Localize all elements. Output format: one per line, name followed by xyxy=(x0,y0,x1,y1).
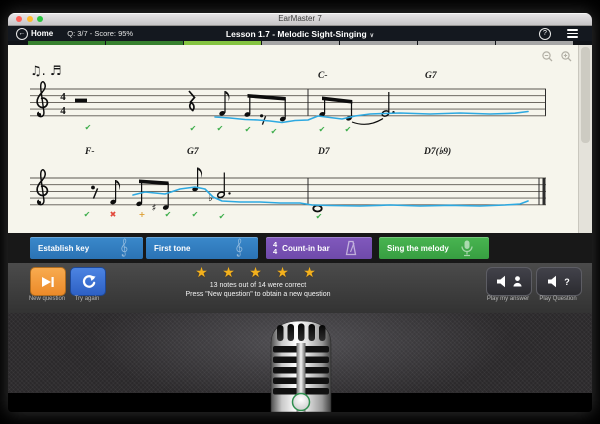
note-mark-correct: ✔ xyxy=(85,123,92,132)
window-title: EarMaster 7 xyxy=(8,14,592,23)
chord-symbol: D7 xyxy=(317,147,331,157)
speaker-icon xyxy=(548,275,560,288)
chevron-down-icon: ∨ xyxy=(370,33,374,39)
note-mark-correct: ✔ xyxy=(219,212,226,221)
svg-text:♯: ♯ xyxy=(152,203,157,214)
result-line-2: Press "New question" to obtain a new que… xyxy=(148,290,368,299)
scrollbar-thumb[interactable] xyxy=(581,47,590,143)
speaker-icon xyxy=(497,275,509,288)
note-mark-correct: ✔ xyxy=(165,210,172,219)
svg-text:4: 4 xyxy=(60,91,66,103)
chord-symbol: G7 xyxy=(187,147,200,157)
zoom-out-icon[interactable] xyxy=(542,51,553,62)
new-question-button[interactable] xyxy=(30,267,66,296)
task-button-row: Establish key First tone 44 Count-in bar xyxy=(8,233,592,263)
count-in-bar-label: Count-in bar xyxy=(282,244,330,253)
microphone-icon xyxy=(459,240,475,257)
person-icon xyxy=(513,276,522,287)
final-barline xyxy=(543,178,546,205)
treble-clef-icon xyxy=(37,82,47,117)
lesson-title: Lesson 1.7 - Melodic Sight-Singing xyxy=(226,29,367,39)
note-mark-correct: ✔ xyxy=(245,125,252,134)
note-mark-correct: ✔ xyxy=(345,125,352,134)
notation-area: ♫. ♬ 4 xyxy=(8,45,592,233)
note-mark-correct: ✔ xyxy=(217,124,224,133)
skip-forward-icon xyxy=(42,276,55,288)
svg-text:4: 4 xyxy=(60,105,66,117)
retry-icon xyxy=(81,274,96,289)
home-button[interactable]: ← Home xyxy=(16,28,53,40)
sing-the-melody-label: Sing the melody xyxy=(387,244,449,253)
question-mark-icon: ? xyxy=(564,277,570,287)
titlebar: EarMaster 7 xyxy=(8,13,592,26)
star-rating: ★ ★ ★ ★ ★ xyxy=(148,265,368,281)
count-in-bar-button[interactable]: 44 Count-in bar xyxy=(266,237,372,259)
menu-icon[interactable] xyxy=(567,29,578,38)
vintage-microphone-image xyxy=(266,316,336,412)
establish-key-button[interactable]: Establish key xyxy=(30,237,143,259)
meter-signature: 44 xyxy=(273,241,277,255)
try-again-button[interactable] xyxy=(70,267,106,296)
staff-2-lines xyxy=(30,178,546,205)
play-question-label: Play Question xyxy=(539,296,576,302)
question-score-status: Q: 3/7 - Score: 95% xyxy=(67,29,133,38)
result-summary: ★ ★ ★ ★ ★ 13 notes out of 14 were correc… xyxy=(148,265,368,299)
chord-symbols-staff-2: F- G7 D7 D7(♭9) xyxy=(84,146,451,157)
chord-symbol: D7(♭9) xyxy=(423,146,451,157)
score-scrollbar[interactable] xyxy=(578,45,592,233)
tempo-mark: ♫. ♬ xyxy=(30,64,62,79)
note-mark-correct: ✔ xyxy=(316,212,323,221)
note-mark-correct: ✔ xyxy=(192,210,199,219)
music-score: ♫. ♬ 4 xyxy=(8,45,592,233)
try-again-label: Try again xyxy=(75,296,100,302)
screenshot-root: { "window": { "title": "EarMaster 7" }, … xyxy=(0,0,600,424)
note-mark-wrong: ✖ xyxy=(110,210,117,219)
treble-clef-icon xyxy=(37,170,47,205)
note-mark-almost: + xyxy=(139,210,146,219)
sing-the-melody-button[interactable]: Sing the melody xyxy=(379,237,489,259)
first-tone-button[interactable]: First tone xyxy=(146,237,258,259)
chord-symbol: G7 xyxy=(425,71,438,81)
home-label: Home xyxy=(31,29,53,38)
play-my-answer-label: Play my answer xyxy=(487,296,529,302)
new-question-label: New question xyxy=(29,296,65,302)
chord-symbol: C- xyxy=(318,71,328,81)
play-question-button[interactable]: ? xyxy=(536,267,582,296)
app-window: EarMaster 7 ← Home Q: 3/7 - Score: 95% L… xyxy=(8,13,592,412)
navbar: ← Home Q: 3/7 - Score: 95% Lesson 1.7 - … xyxy=(8,26,592,41)
result-line-1: 13 notes out of 14 were correct xyxy=(148,281,368,290)
note-mark-correct: ✔ xyxy=(319,125,326,134)
chord-symbols-staff-1: C- G7 xyxy=(318,71,438,81)
help-button[interactable]: ? xyxy=(539,28,551,40)
treble-clef-icon xyxy=(234,238,244,259)
play-my-answer-button[interactable] xyxy=(486,267,532,296)
zoom-in-icon[interactable] xyxy=(561,51,572,62)
staff-1-lines xyxy=(30,89,546,116)
time-signature: 4 4 xyxy=(60,91,66,117)
back-arrow-icon: ← xyxy=(16,28,28,40)
note-mark-correct: ✔ xyxy=(271,127,278,136)
feedback-bar: New question Try again ★ ★ ★ ★ ★ 13 note… xyxy=(8,263,592,313)
note-mark-correct: ✔ xyxy=(84,210,91,219)
establish-key-label: Establish key xyxy=(38,244,89,253)
treble-clef-icon xyxy=(119,238,129,259)
metronome-icon xyxy=(343,240,358,256)
note-mark-correct: ✔ xyxy=(190,124,197,133)
first-tone-label: First tone xyxy=(154,244,190,253)
chord-symbol: F- xyxy=(84,147,95,157)
